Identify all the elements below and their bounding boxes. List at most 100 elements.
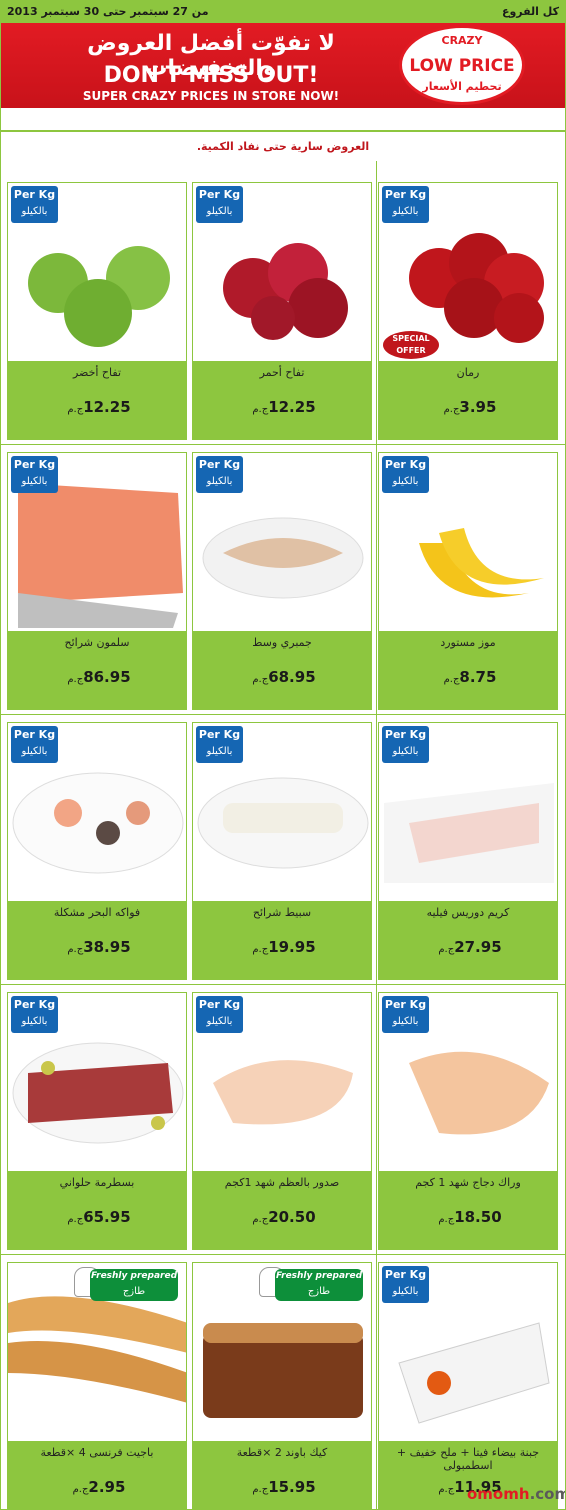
low-price-seal: CRAZY LOW PRICE تحطيم الأسعار <box>399 25 525 105</box>
per-kg-badge: Per Kg بالكيلو <box>382 726 429 763</box>
currency-label: ج.م <box>438 1214 455 1225</box>
product-image[interactable]: Per Kg بالكيلو <box>192 452 372 632</box>
product-price: 12.25ج.م <box>7 398 187 416</box>
product-image[interactable]: Freshly prepared طازج <box>7 1262 187 1442</box>
branches-link[interactable]: كل الفروع <box>502 5 559 18</box>
per-kg-en: Per Kg <box>13 998 56 1011</box>
seal-main-text: LOW PRICE <box>409 56 515 76</box>
product-price: 12.25ج.م <box>192 398 372 416</box>
product-name: موز مستورد <box>440 636 496 649</box>
currency-label: ج.م <box>67 1214 84 1225</box>
product-card[interactable]: Per Kg بالكيلو فواكه البحر مشكلة 38.95ج.م <box>7 722 201 990</box>
freshly-prepared-badge: Freshly prepared طازج <box>90 1269 178 1301</box>
page: كل الفروع من 27 سبتمبر حتى 30 سبتمبر 201… <box>0 0 566 1510</box>
row-divider <box>1 444 565 445</box>
product-card[interactable]: Per Kg بالكيلو جمبري وسط 68.95ج.م <box>192 452 386 720</box>
currency-label: ج.م <box>252 944 269 955</box>
product-card[interactable]: Per Kg بالكيلو تفاح أحمر 12.25ج.م <box>192 182 386 450</box>
product-image[interactable]: Per Kg بالكيلو <box>7 452 187 632</box>
product-price: 3.95ج.م <box>378 398 558 416</box>
product-name: كيك باوند 2 ×قطعة <box>236 1446 328 1459</box>
currency-label: ج.م <box>438 944 455 955</box>
product-image[interactable]: Freshly prepared طازج <box>192 1262 372 1442</box>
product-name: سبيط شرائح <box>252 906 312 919</box>
product-card[interactable]: Per Kg بالكيلو تفاح أخضر 12.25ج.م <box>7 182 201 450</box>
product-image[interactable]: Per Kg بالكيلو SPECIAL OFFER <box>378 182 558 362</box>
per-kg-en: Per Kg <box>384 728 427 741</box>
product-price: 68.95ج.م <box>192 668 372 686</box>
per-kg-en: Per Kg <box>384 188 427 201</box>
product-image[interactable]: Per Kg بالكيلو <box>378 1262 558 1442</box>
product-info: موز مستورد 8.75ج.م <box>378 632 558 710</box>
per-kg-ar: بالكيلو <box>206 1016 233 1027</box>
product-price: 8.75ج.م <box>378 668 558 686</box>
currency-label: ج.م <box>252 674 269 685</box>
product-info: باجيت فرنسى 4 ×قطعة 2.95ج.م <box>7 1442 187 1509</box>
per-kg-en: Per Kg <box>384 1268 427 1281</box>
product-card[interactable]: Per Kg بالكيلو سبيط شرائح 19.95ج.م <box>192 722 386 990</box>
row-divider <box>1 1254 565 1255</box>
product-info: تفاح أخضر 12.25ج.م <box>7 362 187 440</box>
product-image[interactable]: Per Kg بالكيلو <box>7 992 187 1172</box>
currency-label: ج.م <box>67 674 84 685</box>
promo-banner[interactable]: لا تفوّت أفضل العروض والتخفيضات DON'T MI… <box>1 23 565 108</box>
banner-subheadline: SUPER CRAZY PRICES IN STORE NOW! <box>82 89 340 103</box>
per-kg-badge: Per Kg بالكيلو <box>382 1266 429 1303</box>
per-kg-badge: Per Kg بالكيلو <box>196 996 243 1033</box>
product-image[interactable]: Per Kg بالكيلو <box>378 722 558 902</box>
currency-label: ج.م <box>67 404 84 415</box>
product-card[interactable]: Per Kg بالكيلو سلمون شرائح 86.95ج.م <box>7 452 201 720</box>
per-kg-badge: Per Kg بالكيلو <box>11 726 58 763</box>
product-name: وراك دجاج شهد 1 كجم <box>415 1176 521 1189</box>
product-card[interactable]: Per Kg بالكيلو موز مستورد 8.75ج.م <box>378 452 565 720</box>
currency-label: ج.م <box>252 1484 269 1495</box>
product-name: سلمون شرائح <box>64 636 130 649</box>
per-kg-ar: بالكيلو <box>21 1016 48 1027</box>
product-card[interactable]: Per Kg بالكيلو صدور بالعظم شهد 1كجم 20.50ج.… <box>192 992 386 1260</box>
product-info: جمبري وسط 68.95ج.م <box>192 632 372 710</box>
per-kg-en: Per Kg <box>13 458 56 471</box>
product-card[interactable]: Per Kg بالكيلو وراك دجاج شهد 1 كجم 18.50ج.م <box>378 992 565 1260</box>
banner-headline: DON'T MISS OUT! <box>103 63 319 88</box>
product-image[interactable]: Per Kg بالكيلو <box>378 452 558 632</box>
product-image[interactable]: Per Kg بالكيلو <box>192 182 372 362</box>
per-kg-badge: Per Kg بالكيلو <box>382 186 429 223</box>
product-info: صدور بالعظم شهد 1كجم 20.50ج.م <box>192 1172 372 1250</box>
product-name: بسطرمة حلواني <box>59 1176 135 1189</box>
row-divider <box>1 984 565 985</box>
watermark-brand: omomh <box>467 1485 530 1503</box>
product-info: وراك دجاج شهد 1 كجم 18.50ج.م <box>378 1172 558 1250</box>
product-image[interactable]: Per Kg بالكيلو <box>192 992 372 1172</box>
price-value: 19.95 <box>268 938 316 956</box>
per-kg-badge: Per Kg بالكيلو <box>382 996 429 1033</box>
product-image[interactable]: Per Kg بالكيلو <box>7 182 187 362</box>
per-kg-badge: Per Kg بالكيلو <box>11 996 58 1033</box>
product-card[interactable]: Per Kg بالكيلو كريم دوريس فيليه 27.95ج.م <box>378 722 565 990</box>
product-info: فواكه البحر مشكلة 38.95ج.م <box>7 902 187 980</box>
per-kg-en: Per Kg <box>198 458 241 471</box>
product-card[interactable]: Per Kg بالكيلو SPECIAL OFFER رمان 3.95ج.م <box>378 182 565 450</box>
product-name: كريم دوريس فيليه <box>426 906 510 919</box>
per-kg-ar: بالكيلو <box>21 206 48 217</box>
product-info: كيك باوند 2 ×قطعة 15.95ج.م <box>192 1442 372 1509</box>
product-image[interactable]: Per Kg بالكيلو <box>192 722 372 902</box>
currency-label: ج.م <box>443 674 460 685</box>
product-price: 2.95ج.م <box>7 1478 187 1496</box>
per-kg-en: Per Kg <box>13 728 56 741</box>
product-image[interactable]: Per Kg بالكيلو <box>7 722 187 902</box>
price-value: 68.95 <box>268 668 316 686</box>
product-card[interactable]: Freshly prepared طازج كيك باوند 2 ×قطعة 15.… <box>192 1262 386 1509</box>
product-card[interactable]: Per Kg بالكيلو بسطرمة حلواني 65.95ج.م <box>7 992 201 1260</box>
product-card[interactable]: Per Kg بالكيلو جبنة بيضاء فيتا + ملح خفيف … <box>378 1262 565 1509</box>
product-card[interactable]: Freshly prepared طازج باجيت فرنسى 4 ×قطعة 2… <box>7 1262 201 1509</box>
product-price: 38.95ج.م <box>7 938 187 956</box>
product-name: تفاح أخضر <box>72 366 122 379</box>
per-kg-ar: بالكيلو <box>206 206 233 217</box>
price-value: 18.50 <box>454 1208 502 1226</box>
price-value: 3.95 <box>459 398 497 416</box>
product-price: 86.95ج.م <box>7 668 187 686</box>
price-value: 15.95 <box>268 1478 316 1496</box>
product-name: تفاح أحمر <box>259 366 305 379</box>
currency-label: ج.م <box>252 1214 269 1225</box>
product-image[interactable]: Per Kg بالكيلو <box>378 992 558 1172</box>
